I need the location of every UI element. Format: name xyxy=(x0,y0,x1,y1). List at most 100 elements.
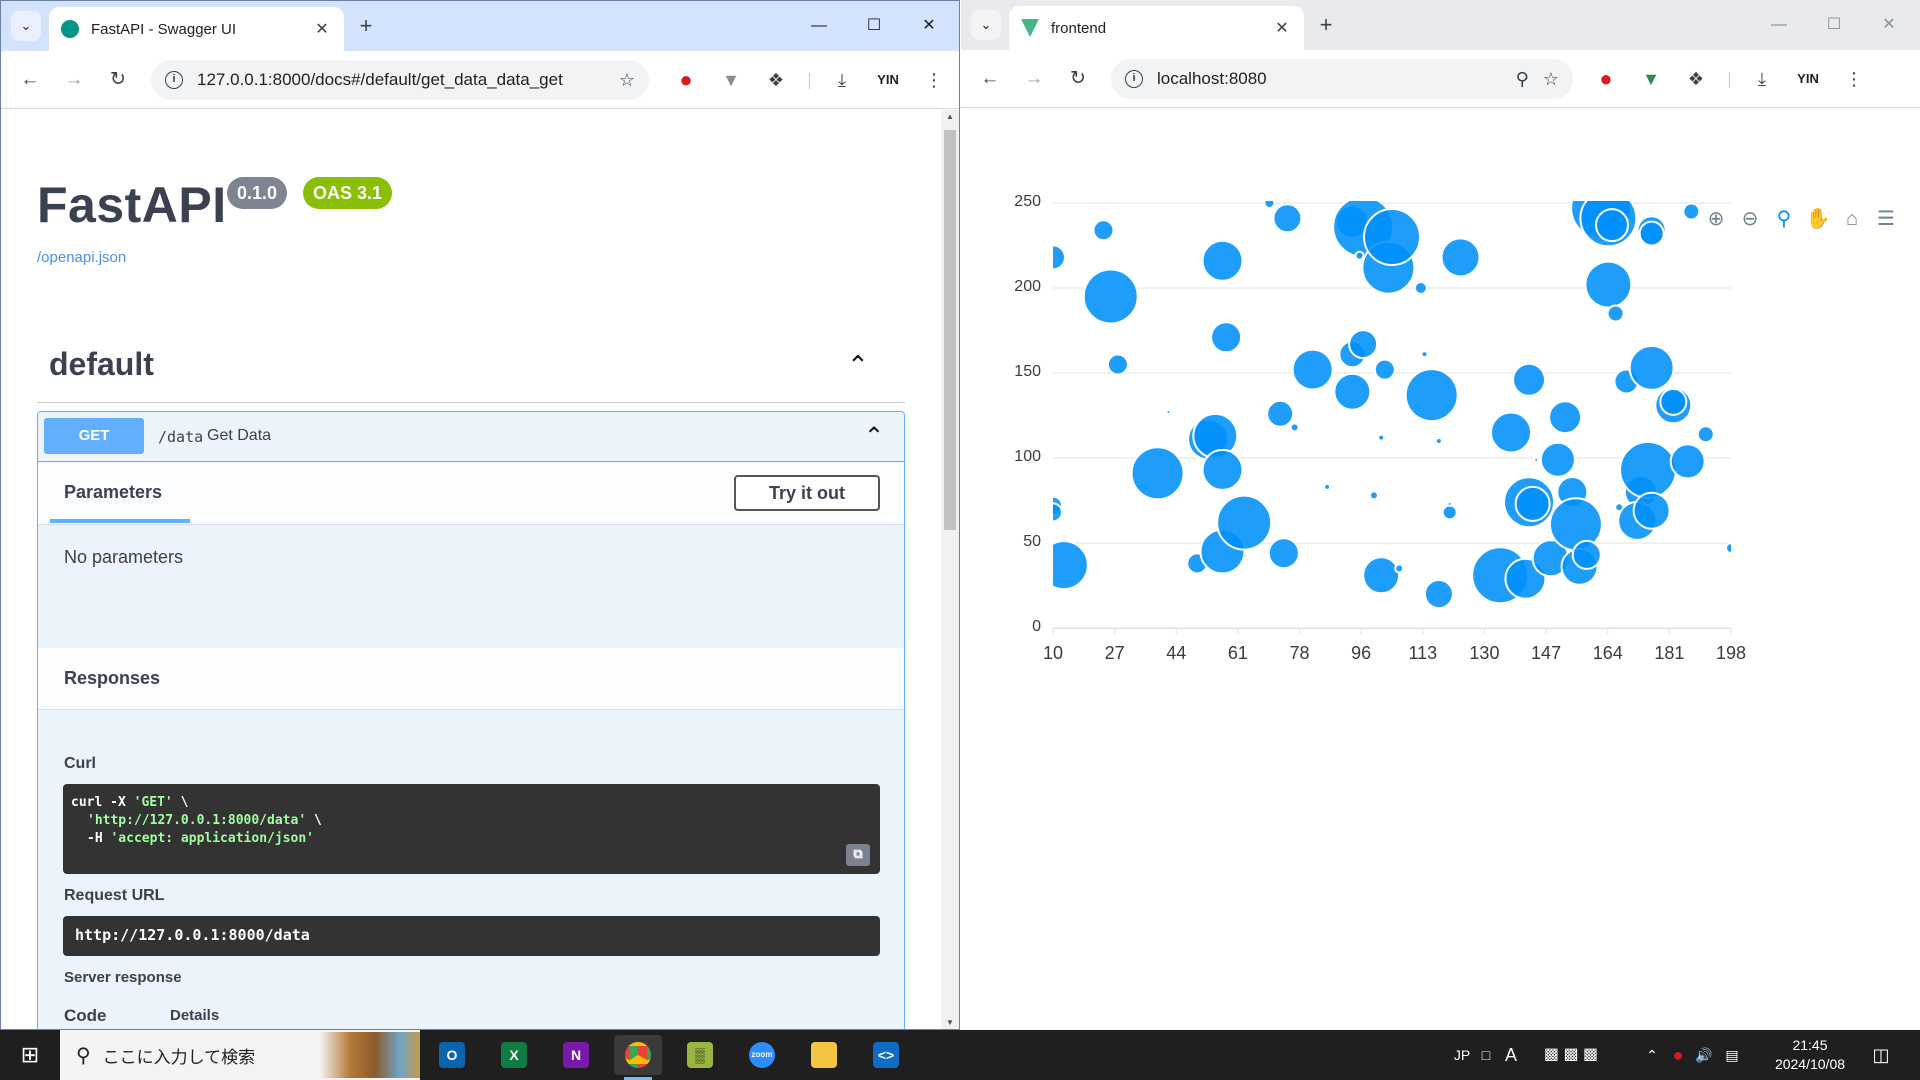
bookmark-star-icon[interactable]: ☆ xyxy=(619,70,635,91)
bubble-point[interactable] xyxy=(1377,433,1386,442)
outlook-app-icon[interactable]: O xyxy=(428,1035,476,1075)
bubble-point[interactable] xyxy=(1696,425,1715,444)
tab-frontend[interactable]: frontend ✕ xyxy=(1009,6,1304,50)
maximize-icon[interactable]: ☐ xyxy=(1811,10,1857,40)
bubble-point[interactable] xyxy=(1373,358,1396,381)
bubble-point[interactable] xyxy=(1082,268,1139,325)
forward-icon[interactable]: → xyxy=(59,65,89,95)
bubble-point[interactable] xyxy=(1619,440,1678,499)
bubble-point[interactable] xyxy=(1348,329,1379,360)
scroll-up-arrow-icon[interactable]: ▲ xyxy=(941,112,959,121)
bubble-point[interactable] xyxy=(1539,441,1576,478)
notification-center-icon[interactable]: ◫ xyxy=(1866,1030,1896,1080)
bubble-point[interactable] xyxy=(1548,400,1583,435)
address-url[interactable]: 127.0.0.1:8000/docs#/default/get_data_da… xyxy=(197,70,605,90)
bubble-point[interactable] xyxy=(1413,281,1428,295)
tab-search-chevron-icon[interactable]: ⌄ xyxy=(971,10,1001,40)
trend-micro-extension-icon[interactable]: ● xyxy=(1591,64,1621,94)
windows-start-icon[interactable]: ⊞ xyxy=(10,1030,50,1080)
show-hidden-icons-chevron-icon[interactable]: ⌃ xyxy=(1640,1030,1664,1080)
reload-icon[interactable]: ↻ xyxy=(1063,64,1093,94)
openapi-json-link[interactable]: /openapi.json xyxy=(37,249,126,266)
back-icon[interactable]: ← xyxy=(975,64,1005,94)
vscode-app-icon[interactable]: <> xyxy=(862,1035,910,1075)
bubble-point[interactable] xyxy=(1130,446,1185,501)
network-icon[interactable]: ▤ xyxy=(1718,1030,1746,1080)
maximize-icon[interactable]: ☐ xyxy=(851,11,897,41)
page-scrollbar[interactable]: ▲ ▼ xyxy=(941,110,959,1029)
profile-button[interactable]: YIN xyxy=(1793,64,1823,94)
window-close-icon[interactable]: ✕ xyxy=(906,11,952,41)
chrome-app-icon[interactable] xyxy=(614,1035,662,1080)
bubble-point[interactable] xyxy=(1165,409,1172,416)
bubble-point[interactable] xyxy=(1092,219,1115,242)
tab-close-icon[interactable]: ✕ xyxy=(1272,18,1292,38)
bubble-point[interactable] xyxy=(1420,350,1429,359)
bubble-point[interactable] xyxy=(1323,482,1332,491)
bubble-point[interactable] xyxy=(1669,443,1706,480)
tab-close-icon[interactable]: ✕ xyxy=(312,19,332,39)
ime-indicator[interactable]: JP xyxy=(1452,1030,1472,1080)
bubble-point[interactable] xyxy=(1594,208,1629,243)
address-url[interactable]: localhost:8080 xyxy=(1157,69,1502,89)
excel-app-icon[interactable]: X xyxy=(490,1035,538,1075)
trend-micro-extension-icon[interactable]: ● xyxy=(671,65,701,95)
bubble-point[interactable] xyxy=(1512,362,1547,397)
bubble-point[interactable] xyxy=(1440,237,1481,278)
scrollbar-thumb[interactable] xyxy=(944,130,956,530)
bubble-point[interactable] xyxy=(1210,321,1243,354)
taskbar-clock[interactable]: 21:45 2024/10/08 xyxy=(1760,1036,1860,1074)
bubble-point[interactable] xyxy=(1638,220,1665,247)
bubble-point[interactable] xyxy=(1291,348,1334,391)
bubble-point[interactable] xyxy=(1289,422,1300,433)
tab-search-chevron-icon[interactable]: ⌄ xyxy=(11,11,41,41)
new-tab-icon[interactable]: + xyxy=(353,13,379,39)
bubble-point[interactable] xyxy=(1362,556,1401,595)
bubble-point[interactable] xyxy=(1423,579,1454,609)
try-it-out-button[interactable]: Try it out xyxy=(734,475,880,511)
bubble-point[interactable] xyxy=(1725,542,1736,555)
bubble-point[interactable] xyxy=(1682,202,1701,221)
input-mode-icon[interactable]: A xyxy=(1500,1030,1522,1080)
bubble-point[interactable] xyxy=(1571,539,1602,570)
extensions-puzzle-icon[interactable]: ❖ xyxy=(1681,64,1711,94)
bubble-point[interactable] xyxy=(1267,537,1300,570)
terminal-app-icon[interactable]: ▒ xyxy=(676,1035,724,1075)
bubble-point[interactable] xyxy=(1404,368,1459,423)
back-icon[interactable]: ← xyxy=(15,65,45,95)
bubble-point[interactable] xyxy=(1266,399,1295,428)
site-info-icon[interactable]: i xyxy=(165,71,183,89)
vue-devtools-icon[interactable]: ▼ xyxy=(1636,64,1666,94)
copy-to-clipboard-icon[interactable]: ⧉ xyxy=(846,844,870,866)
parameters-tab[interactable]: Parameters xyxy=(64,482,162,503)
bubble-point[interactable] xyxy=(1201,239,1244,282)
bubble-point[interactable] xyxy=(1394,563,1405,574)
bubble-point[interactable] xyxy=(1041,244,1066,271)
bubble-point[interactable] xyxy=(1363,208,1421,266)
bubble-point[interactable] xyxy=(1490,411,1533,454)
volume-icon[interactable]: 🔊 xyxy=(1692,1030,1716,1080)
bubble-point[interactable] xyxy=(1106,353,1129,376)
bubble-point[interactable] xyxy=(1044,502,1063,523)
bubble-chart[interactable] xyxy=(961,109,1920,1030)
bubble-point[interactable] xyxy=(1659,387,1688,416)
curl-code-block[interactable]: curl -X 'GET' \ 'http://127.0.0.1:8000/d… xyxy=(63,784,880,874)
operation-collapse-chevron-icon[interactable]: ⌃ xyxy=(864,422,884,451)
ime-mode-icon[interactable]: □ xyxy=(1476,1030,1496,1080)
tag-default-title[interactable]: default xyxy=(49,346,154,383)
bubble-point[interactable] xyxy=(1272,203,1303,234)
minimize-icon[interactable]: — xyxy=(1756,10,1802,40)
bubble-point[interactable] xyxy=(1333,372,1372,411)
window-close-icon[interactable]: ✕ xyxy=(1866,10,1912,40)
bubble-point[interactable] xyxy=(1441,504,1458,521)
tray-apps-icons[interactable]: ▩ ▩ ▩ xyxy=(1526,1030,1616,1080)
bookmark-star-icon[interactable]: ☆ xyxy=(1543,69,1559,90)
file-explorer-icon[interactable] xyxy=(800,1035,848,1075)
taskbar-search-box[interactable]: ⚲ ここに入力して検索 xyxy=(60,1030,420,1080)
bubble-point[interactable] xyxy=(1040,540,1089,591)
bubble-point[interactable] xyxy=(1533,456,1540,463)
bubble-point[interactable] xyxy=(1446,500,1453,507)
download-icon[interactable]: ⤓ xyxy=(1747,64,1777,94)
trend-micro-tray-icon[interactable]: ● xyxy=(1666,1030,1690,1080)
zoom-indicator-icon[interactable]: ⚲ xyxy=(1516,69,1529,90)
